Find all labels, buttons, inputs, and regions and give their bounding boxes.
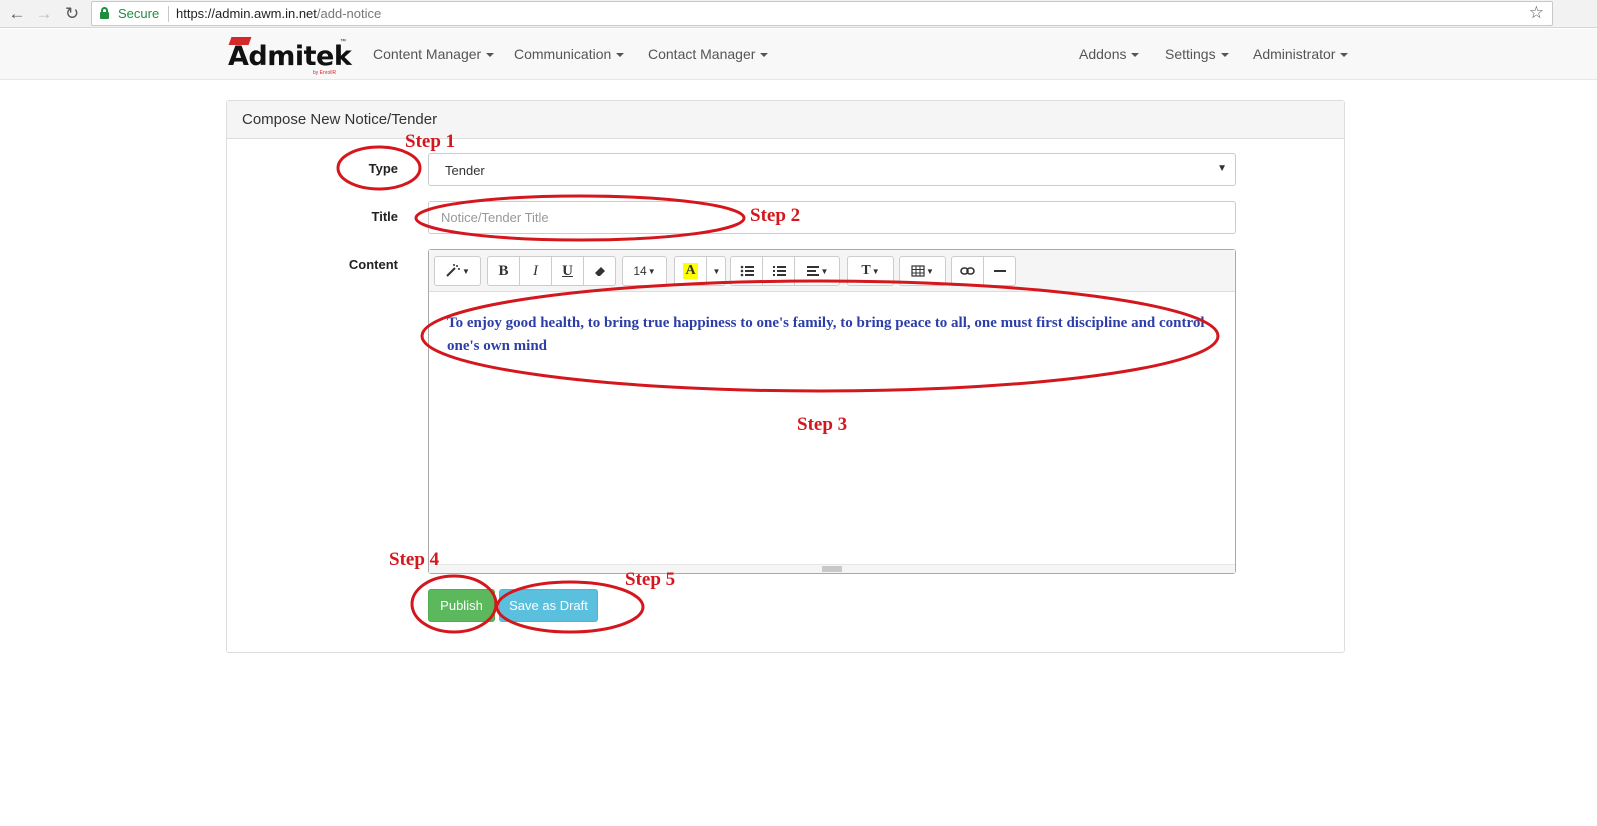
caret-down-icon bbox=[760, 53, 769, 58]
browser-address-bar: ← → ↻ Secure https://admin.awm.in.net/ad… bbox=[0, 0, 1597, 28]
lock-icon bbox=[100, 7, 109, 19]
font-size-group: 14 ▼ bbox=[622, 256, 667, 286]
caret-down-icon bbox=[486, 53, 495, 58]
style-dropdown-button[interactable]: ▼ bbox=[434, 256, 481, 286]
logo-tagline: by EnrollR bbox=[313, 70, 337, 76]
underline-label: U bbox=[562, 262, 573, 279]
line-height-dropdown[interactable]: T ▼ bbox=[847, 256, 894, 286]
save-as-draft-button[interactable]: Save as Draft bbox=[499, 589, 598, 622]
highlight-color-button[interactable]: A bbox=[674, 256, 707, 286]
color-dropdown-button[interactable]: ▼ bbox=[706, 256, 726, 286]
menu-label: Settings bbox=[1165, 46, 1216, 62]
url-bar[interactable]: Secure https://admin.awm.in.net/add-noti… bbox=[91, 1, 1553, 26]
paragraph-group: ▼ bbox=[730, 256, 840, 286]
editor-content-text: To enjoy good health, to bring true happ… bbox=[447, 315, 1205, 354]
step1-annotation: Step 1 bbox=[405, 131, 456, 152]
highlight-a-label: A bbox=[683, 263, 698, 279]
link-button[interactable] bbox=[951, 256, 984, 286]
caret-down-icon bbox=[1220, 53, 1229, 58]
horizontal-rule-button[interactable] bbox=[983, 256, 1016, 286]
menu-label: Addons bbox=[1079, 46, 1127, 62]
editor-toolbar: ▼ B I U 14 ▼ A ▼ ▼ T ▼ ▼ bbox=[429, 250, 1235, 292]
italic-label: I bbox=[533, 262, 538, 279]
resize-grip-icon bbox=[822, 566, 842, 572]
logo-text: Admitek bbox=[228, 41, 352, 72]
content-label: Content bbox=[348, 257, 398, 272]
caret-down-icon: ▼ bbox=[712, 266, 721, 276]
back-arrow-icon[interactable]: ← bbox=[6, 3, 28, 25]
url-host: https://admin.awm.in.net bbox=[176, 6, 317, 21]
underline-button[interactable]: U bbox=[551, 256, 584, 286]
caret-down-icon: ▼ bbox=[926, 266, 934, 276]
type-select[interactable]: Tender ▼ bbox=[428, 153, 1236, 186]
type-label: Type bbox=[368, 161, 398, 176]
step5-annotation: Step 5 bbox=[625, 569, 676, 590]
menu-label: Contact Manager bbox=[648, 46, 756, 62]
menu-addons[interactable]: Addons bbox=[1079, 46, 1140, 62]
table-group: ▼ bbox=[899, 256, 946, 286]
ordered-list-button[interactable] bbox=[762, 256, 795, 286]
ordered-list-icon bbox=[772, 266, 786, 276]
font-size-dropdown[interactable]: 14 ▼ bbox=[622, 256, 667, 286]
top-navbar: Admitek ™ by EnrollR Content Manager Com… bbox=[0, 29, 1597, 80]
caret-down-icon bbox=[1340, 53, 1349, 58]
url-path: /add-notice bbox=[316, 6, 382, 21]
title-input[interactable] bbox=[428, 201, 1236, 234]
caret-down-icon bbox=[616, 53, 625, 58]
insert-group bbox=[951, 256, 1016, 286]
italic-button[interactable]: I bbox=[519, 256, 552, 286]
menu-contact-manager[interactable]: Contact Manager bbox=[648, 46, 769, 62]
menu-settings[interactable]: Settings bbox=[1165, 46, 1229, 62]
table-icon bbox=[911, 265, 925, 277]
unordered-list-button[interactable] bbox=[730, 256, 763, 286]
align-icon bbox=[806, 266, 819, 276]
dropdown-arrow-icon: ▼ bbox=[1217, 163, 1227, 174]
caret-down-icon: ▼ bbox=[871, 266, 880, 276]
menu-label: Administrator bbox=[1253, 46, 1336, 62]
type-select-value: Tender bbox=[445, 163, 485, 178]
bold-label: B bbox=[498, 262, 509, 279]
font-size-value: 14 bbox=[633, 264, 647, 278]
publish-button[interactable]: Publish bbox=[428, 589, 495, 622]
font-format-group: B I U bbox=[487, 256, 616, 286]
caret-down-icon bbox=[1131, 53, 1140, 58]
menu-communication[interactable]: Communication bbox=[514, 46, 625, 62]
table-dropdown-button[interactable]: ▼ bbox=[899, 256, 946, 286]
reload-icon[interactable]: ↻ bbox=[61, 3, 83, 25]
menu-label: Communication bbox=[514, 46, 612, 62]
caret-down-icon: ▼ bbox=[647, 266, 656, 276]
text-style-label: T bbox=[861, 263, 871, 278]
align-dropdown-button[interactable]: ▼ bbox=[794, 256, 840, 286]
bookmark-star-icon[interactable]: ☆ bbox=[1529, 3, 1544, 23]
title-label: Title bbox=[371, 209, 399, 224]
url-text[interactable]: https://admin.awm.in.net/add-notice bbox=[176, 6, 381, 21]
menu-label: Content Manager bbox=[373, 46, 482, 62]
step3-annotation: Step 3 bbox=[797, 414, 848, 435]
panel-title: Compose New Notice/Tender bbox=[242, 111, 438, 128]
caret-down-icon: ▼ bbox=[820, 266, 829, 276]
step2-annotation: Step 2 bbox=[750, 205, 801, 226]
magic-wand-icon bbox=[446, 264, 461, 277]
admitek-logo[interactable]: Admitek ™ by EnrollR bbox=[228, 37, 352, 76]
height-group: T ▼ bbox=[847, 256, 894, 286]
horizontal-rule-icon bbox=[993, 270, 1006, 272]
link-icon bbox=[960, 267, 975, 275]
panel-heading: Compose New Notice/Tender bbox=[227, 101, 1344, 139]
bold-button[interactable]: B bbox=[487, 256, 520, 286]
menu-content-manager[interactable]: Content Manager bbox=[373, 46, 495, 62]
secure-label: Secure bbox=[118, 6, 160, 21]
caret-down-icon: ▼ bbox=[462, 266, 470, 276]
content-editor: ▼ B I U 14 ▼ A ▼ ▼ T ▼ ▼ To enjoy good h… bbox=[428, 249, 1236, 574]
unordered-list-icon bbox=[740, 265, 754, 277]
menu-administrator[interactable]: Administrator bbox=[1253, 46, 1349, 62]
step4-annotation: Step 4 bbox=[389, 549, 440, 570]
forward-arrow-icon[interactable]: → bbox=[33, 3, 55, 25]
color-group: A ▼ bbox=[674, 256, 726, 286]
style-group: ▼ bbox=[434, 256, 481, 286]
logo-trademark: ™ bbox=[340, 39, 346, 45]
editor-resize-bar[interactable] bbox=[429, 564, 1235, 573]
eraser-icon bbox=[594, 267, 605, 276]
url-separator bbox=[168, 6, 169, 22]
clear-format-button[interactable] bbox=[583, 256, 616, 286]
